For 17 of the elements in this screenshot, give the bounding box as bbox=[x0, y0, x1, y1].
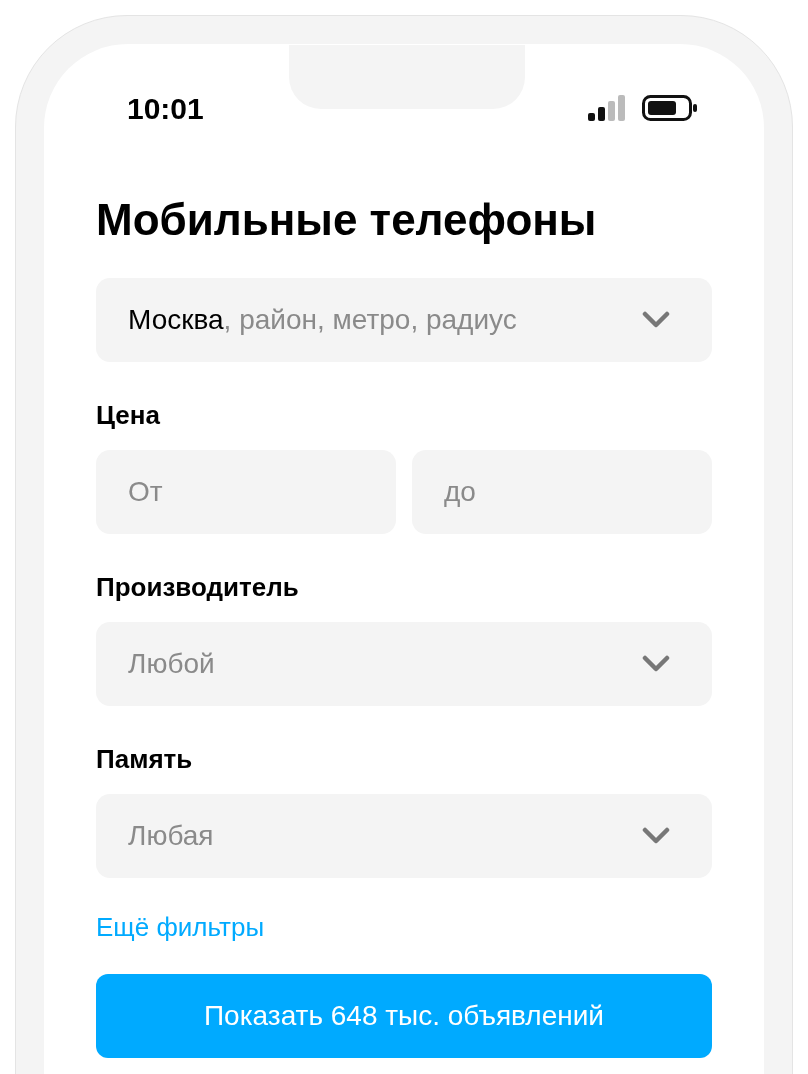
dropdown-select[interactable]: Любой bbox=[96, 622, 712, 706]
chevron-down-icon bbox=[642, 655, 670, 673]
chevron-down-icon bbox=[642, 827, 670, 845]
page-title: Мобильные телефоны bbox=[96, 194, 598, 246]
field-label: Память bbox=[96, 743, 194, 775]
price-to-field[interactable]: до bbox=[412, 450, 712, 534]
price-from-field[interactable]: От bbox=[96, 450, 396, 534]
chevron-down-icon bbox=[642, 311, 670, 329]
field-label: Производитель bbox=[96, 571, 300, 603]
battery-icon bbox=[642, 95, 698, 121]
dropdown-select[interactable]: Любая bbox=[96, 794, 712, 878]
field-label: Цена bbox=[96, 399, 161, 431]
show-results-button[interactable]: Показать 648 тыс. объявлений bbox=[96, 974, 712, 1058]
status-time: 10:01 bbox=[127, 90, 204, 127]
more-filters-link[interactable]: Ещё фильтры bbox=[96, 911, 265, 943]
location-select[interactable]: Москва, район, метро, радиус bbox=[96, 278, 712, 362]
signal-icon bbox=[588, 95, 626, 121]
